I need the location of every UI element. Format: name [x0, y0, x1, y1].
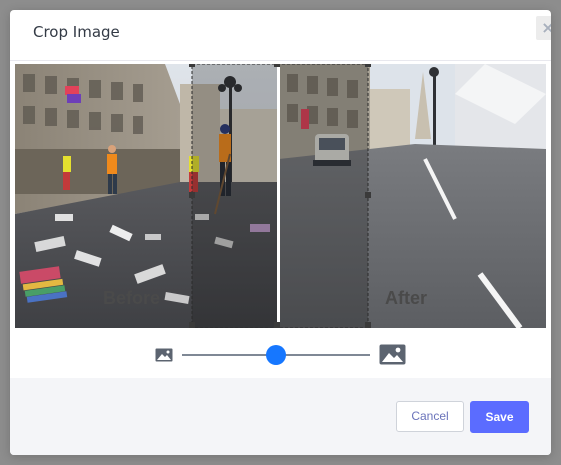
street-photo: [15, 64, 546, 328]
close-button[interactable]: ×: [536, 16, 551, 40]
crop-handle-bottom-left[interactable]: [189, 322, 195, 328]
cancel-button[interactable]: Cancel: [396, 401, 464, 432]
dialog-footer: Cancel Save: [10, 378, 551, 455]
crop-handle-top-left[interactable]: [189, 64, 195, 67]
after-label: After: [385, 288, 428, 308]
close-icon: ×: [541, 18, 551, 37]
before-label: Before: [103, 288, 161, 308]
image-large-icon[interactable]: [379, 344, 406, 365]
crop-handle-top-right[interactable]: [365, 64, 371, 67]
crop-image-dialog: Crop Image × Before After Cancel Save: [10, 10, 551, 455]
crop-handle-middle-left[interactable]: [189, 192, 195, 198]
crop-canvas[interactable]: Before After: [15, 64, 546, 328]
dialog-header: Crop Image: [10, 10, 551, 61]
zoom-slider-row: [10, 340, 551, 370]
crop-handle-bottom-middle[interactable]: [274, 322, 280, 328]
crop-handle-top-middle[interactable]: [274, 64, 280, 67]
crop-handle-middle-right[interactable]: [365, 192, 371, 198]
dialog-title: Crop Image: [33, 23, 120, 41]
zoom-slider-thumb[interactable]: [266, 345, 286, 365]
save-button[interactable]: Save: [470, 401, 529, 433]
crop-handle-bottom-right[interactable]: [365, 322, 371, 328]
image-small-icon[interactable]: [155, 348, 173, 362]
